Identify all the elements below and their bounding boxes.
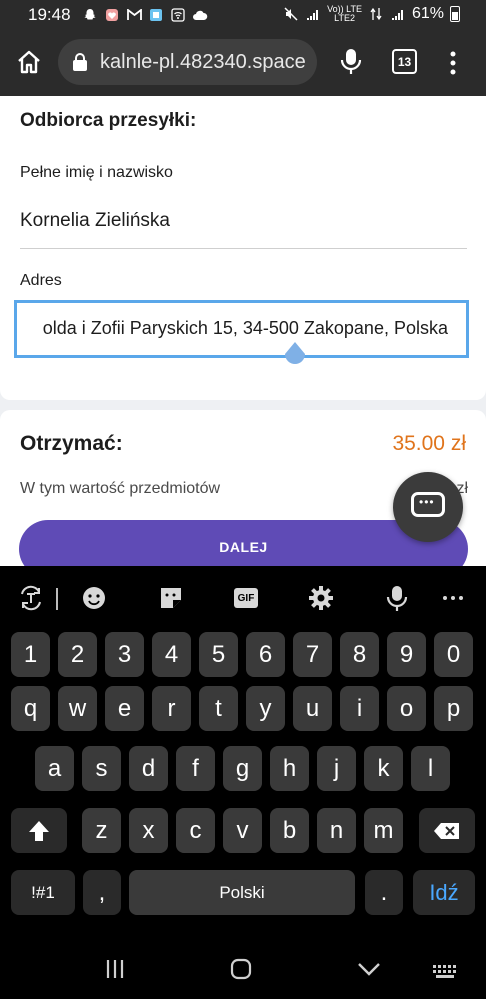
chat-bubble-icon xyxy=(411,492,445,517)
letter-key[interactable]: z xyxy=(82,808,121,853)
letter-key[interactable]: h xyxy=(270,746,309,791)
mute-icon xyxy=(283,6,299,22)
chat-button[interactable] xyxy=(393,472,463,542)
snapchat-icon xyxy=(82,7,98,23)
letter-key[interactable]: u xyxy=(293,686,332,731)
letter-key[interactable]: o xyxy=(387,686,426,731)
number-key[interactable]: 7 xyxy=(293,632,332,677)
lte-indicator: Vo)) LTE LTE2 xyxy=(327,5,362,23)
letter-key[interactable]: b xyxy=(270,808,309,853)
text-cursor-handle[interactable] xyxy=(283,342,307,368)
on-screen-keyboard: GIF 1234567890 qwertyuiop asdfghjkl zxcv… xyxy=(0,566,486,934)
space-key[interactable]: Polski xyxy=(129,870,355,915)
tab-switcher-button[interactable]: 13 xyxy=(392,49,417,74)
address-label: Adres xyxy=(20,272,62,289)
recipient-card: Odbiorca przesyłki: Pełne imię i nazwisk… xyxy=(0,96,486,400)
sticker-icon[interactable] xyxy=(156,584,186,612)
keyboard-switch-icon[interactable] xyxy=(432,964,458,986)
name-underline xyxy=(20,248,467,249)
microphone-icon[interactable] xyxy=(338,46,364,76)
letter-key[interactable]: x xyxy=(129,808,168,853)
letter-key[interactable]: s xyxy=(82,746,121,791)
letter-key[interactable]: i xyxy=(340,686,379,731)
number-key[interactable]: 3 xyxy=(105,632,144,677)
settings-gear-icon[interactable] xyxy=(306,584,336,612)
more-options-icon[interactable] xyxy=(445,48,461,78)
home-nav-icon[interactable] xyxy=(230,958,252,980)
items-value-label: W tym wartość przedmiotów xyxy=(20,480,221,497)
signal-2-icon xyxy=(390,6,406,22)
letter-key[interactable]: k xyxy=(364,746,403,791)
gmail-icon xyxy=(126,7,142,23)
letter-key[interactable]: v xyxy=(223,808,262,853)
letter-key[interactable]: q xyxy=(11,686,50,731)
symbols-key[interactable]: !#1 xyxy=(11,870,75,915)
address-bar[interactable]: kalnle-pl.482340.space xyxy=(58,39,317,85)
period-key[interactable]: . xyxy=(365,870,403,915)
address-value: olda i Zofii Paryskich 15, 34-500 Zakopa… xyxy=(42,318,448,338)
lock-icon xyxy=(72,52,88,72)
name-field[interactable]: Kornelia Zielińska xyxy=(20,210,170,232)
signal-icon xyxy=(305,6,321,22)
browser-toolbar: kalnle-pl.482340.space 13 xyxy=(0,30,486,96)
text-translate-icon[interactable] xyxy=(16,584,46,612)
letter-key[interactable]: e xyxy=(105,686,144,731)
back-chevron-icon[interactable] xyxy=(357,962,381,984)
go-key[interactable]: Idź xyxy=(413,870,475,915)
letter-key[interactable]: r xyxy=(152,686,191,731)
address-input[interactable]: olda i Zofii Paryskich 15, 34-500 Zakopa… xyxy=(14,300,469,358)
letter-key[interactable]: t xyxy=(199,686,238,731)
letter-key[interactable]: f xyxy=(176,746,215,791)
gif-label: GIF xyxy=(234,588,258,608)
heart-app-icon xyxy=(104,7,120,23)
letter-key[interactable]: d xyxy=(129,746,168,791)
letter-key[interactable]: g xyxy=(223,746,262,791)
wifi-box-icon xyxy=(170,7,186,23)
system-navigation-bar xyxy=(0,934,486,999)
letter-key[interactable]: w xyxy=(58,686,97,731)
comma-key[interactable]: , xyxy=(83,870,121,915)
system-status-icons: Vo)) LTE LTE2 61% xyxy=(283,5,460,23)
number-key[interactable]: 8 xyxy=(340,632,379,677)
gif-icon[interactable]: GIF xyxy=(231,584,261,612)
shift-key[interactable] xyxy=(11,808,67,853)
emoji-icon[interactable] xyxy=(79,584,109,612)
voice-input-icon[interactable] xyxy=(382,584,412,612)
number-key[interactable]: 1 xyxy=(11,632,50,677)
receive-label: Otrzymać: xyxy=(20,432,123,455)
number-key[interactable]: 0 xyxy=(434,632,473,677)
number-key[interactable]: 2 xyxy=(58,632,97,677)
recent-apps-icon[interactable] xyxy=(104,958,126,980)
battery-icon xyxy=(450,6,460,22)
toolbar-separator xyxy=(56,588,58,610)
letter-key[interactable]: n xyxy=(317,808,356,853)
app-notification-icon xyxy=(148,7,164,23)
letter-key[interactable]: a xyxy=(35,746,74,791)
receive-amount: 35.00 zł xyxy=(392,432,466,455)
battery-percent: 61% xyxy=(411,5,444,22)
letter-key[interactable]: y xyxy=(246,686,285,731)
lte-bottom-label: LTE2 xyxy=(334,13,355,23)
status-time: 19:48 xyxy=(28,5,71,24)
notification-icons xyxy=(82,7,208,23)
home-icon[interactable] xyxy=(14,47,44,77)
status-bar: 19:48 Vo)) LTE LTE2 61% xyxy=(0,0,486,30)
letter-key[interactable]: c xyxy=(176,808,215,853)
number-key[interactable]: 4 xyxy=(152,632,191,677)
recipient-title: Odbiorca przesyłki: xyxy=(20,110,197,131)
name-label: Pełne imię i nazwisko xyxy=(20,164,173,181)
number-key[interactable]: 6 xyxy=(246,632,285,677)
backspace-key[interactable] xyxy=(419,808,475,853)
keyboard-toolbar: GIF xyxy=(0,566,486,630)
cloud-icon xyxy=(192,7,208,23)
data-arrows-icon xyxy=(368,6,384,22)
number-key[interactable]: 9 xyxy=(387,632,426,677)
letter-key[interactable]: j xyxy=(317,746,356,791)
url-text: kalnle-pl.482340.space xyxy=(100,51,306,73)
letter-key[interactable]: p xyxy=(434,686,473,731)
letter-key[interactable]: m xyxy=(364,808,403,853)
letter-key[interactable]: l xyxy=(411,746,450,791)
number-key[interactable]: 5 xyxy=(199,632,238,677)
more-toolbar-icon[interactable] xyxy=(438,584,468,612)
